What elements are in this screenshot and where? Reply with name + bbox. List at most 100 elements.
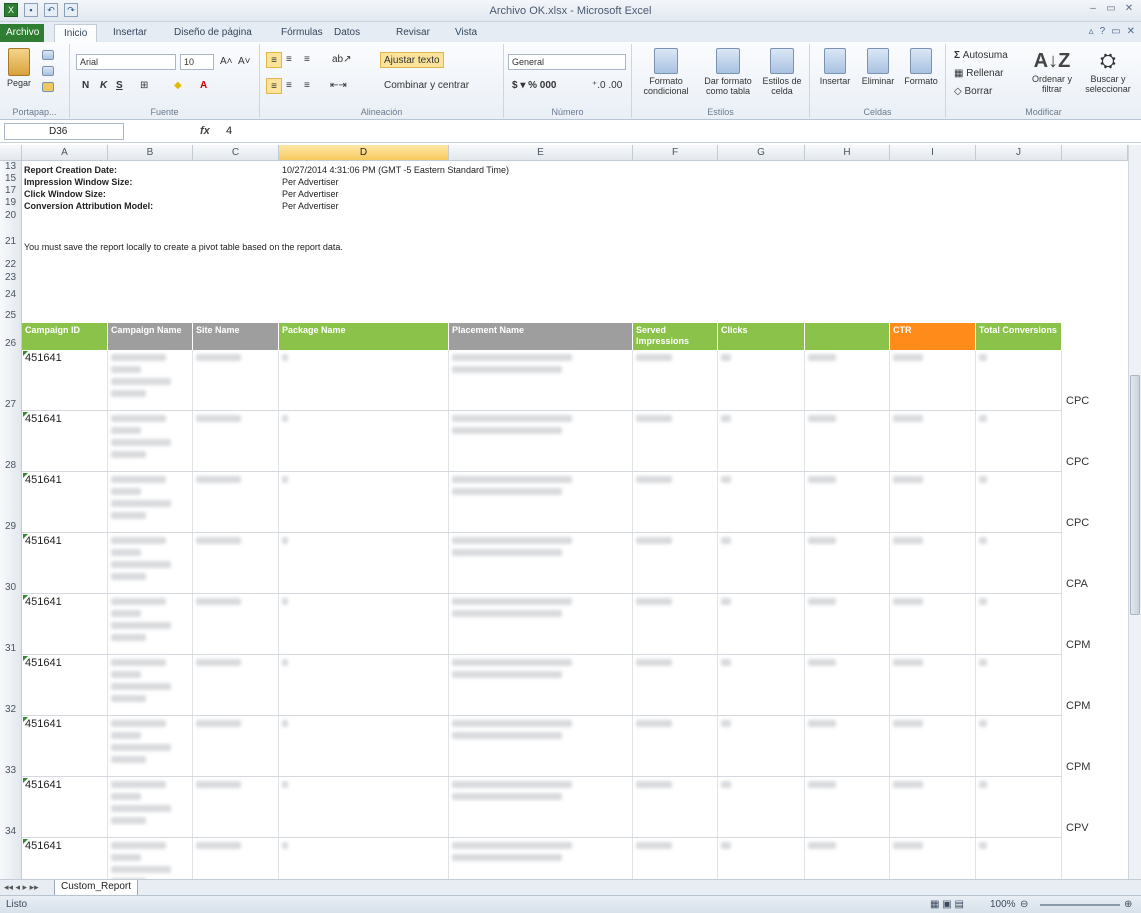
cell-styles-button[interactable]: Estilos de celda [758,48,806,96]
col-header-e[interactable]: E [449,145,633,161]
table-cell[interactable] [193,716,279,776]
table-cell[interactable] [890,411,976,471]
table-cell[interactable] [805,838,890,879]
align-top-icon[interactable]: ≡ [266,52,282,68]
table-cell[interactable] [976,411,1062,471]
table-cell[interactable] [193,411,279,471]
row-header-26[interactable]: 26 [0,323,22,350]
collapse-ribbon-icon[interactable]: ▵ [1089,26,1094,37]
table-cell[interactable] [108,716,193,776]
table-cell[interactable] [890,594,976,654]
conditional-format-button[interactable]: Formato condicional [636,48,696,96]
table-cell[interactable] [449,838,633,879]
fill-color-icon[interactable]: ◆ [174,78,182,94]
table-cell[interactable] [976,716,1062,776]
table-cell[interactable] [718,533,805,593]
shrink-font-icon[interactable]: A˅ [238,54,251,70]
col-header-i[interactable]: I [890,145,976,161]
header-campaign-name[interactable]: Campaign Name [108,323,193,350]
table-cell[interactable] [279,716,449,776]
table-cell[interactable]: 451641 [22,838,108,879]
fill-button[interactable]: ▦ Rellenar [954,66,1003,82]
select-all-corner[interactable] [0,145,22,161]
table-cell[interactable] [449,350,633,410]
col-header-g[interactable]: G [718,145,805,161]
orientation-icon[interactable]: ab↗ [332,52,352,68]
cut-icon[interactable] [42,50,54,60]
table-cell[interactable] [193,472,279,532]
row-header-22[interactable]: 22 [0,259,22,271]
table-cell[interactable] [718,411,805,471]
table-cell[interactable] [633,838,718,879]
format-table-button[interactable]: Dar formato como tabla [698,48,758,96]
italic-icon[interactable]: K [100,78,107,94]
row-header-34[interactable]: 34 [0,777,22,838]
row-header-33[interactable]: 33 [0,716,22,777]
table-cell[interactable] [193,350,279,410]
tab-archivo[interactable]: Archivo [0,24,44,42]
vertical-scrollbar[interactable] [1128,145,1141,879]
table-row[interactable]: 451641 [22,533,1062,594]
bold-icon[interactable]: N [82,78,89,94]
paste-button[interactable]: Pegar [4,48,34,88]
clear-button[interactable]: ◇ Borrar [954,84,992,100]
table-cell[interactable]: 451641 [22,594,108,654]
tab-vista[interactable]: Vista [446,24,486,42]
table-cell[interactable] [805,716,890,776]
col-header-k[interactable] [1062,145,1128,161]
table-row[interactable]: 451641 [22,411,1062,472]
table-cell[interactable] [279,777,449,837]
table-cell[interactable] [890,350,976,410]
table-row[interactable]: 451641 [22,838,1062,879]
zoom-out-icon[interactable]: ⊖ [1020,899,1028,910]
table-cell[interactable] [805,472,890,532]
table-cell[interactable] [976,533,1062,593]
table-row[interactable]: 451641 [22,655,1062,716]
format-painter-icon[interactable] [42,82,54,92]
align-middle-icon[interactable]: ≡ [286,52,292,68]
scroll-thumb[interactable] [1130,375,1140,615]
tab-formulas[interactable]: Fórmulas [272,24,332,42]
row-header-28[interactable]: 28 [0,411,22,472]
decimal-icon[interactable]: ⁺.0 .00 [592,78,622,94]
table-cell[interactable] [718,350,805,410]
col-header-j[interactable]: J [976,145,1062,161]
table-cell[interactable] [193,655,279,715]
table-cell[interactable] [633,777,718,837]
table-cell[interactable] [890,716,976,776]
tab-datos[interactable]: Datos [325,24,369,42]
align-bottom-icon[interactable]: ≡ [304,52,310,68]
zoom-slider[interactable] [1040,904,1120,906]
spreadsheet-grid[interactable]: A B C D E F G H I J 13 15 17 19 20 21 22… [0,145,1128,879]
table-row[interactable]: 451641 [22,777,1062,838]
table-row[interactable]: 451641 [22,350,1062,411]
table-cell[interactable] [108,350,193,410]
table-cell[interactable] [633,716,718,776]
row-header-21[interactable]: 21 [0,235,22,259]
sort-filter-button[interactable]: A↓Z Ordenar y filtrar [1030,48,1074,94]
delete-cells-button[interactable]: Eliminar [856,48,900,86]
table-cell[interactable] [279,472,449,532]
sheet-nav-icon[interactable]: ◂◂ ◂ ▸ ▸▸ [4,882,39,893]
row-header-23[interactable]: 23 [0,271,22,291]
insert-cells-button[interactable]: Insertar [814,48,856,86]
table-cell[interactable] [449,411,633,471]
tab-inicio[interactable]: Inicio [54,24,98,42]
align-center-icon[interactable]: ≡ [286,78,292,94]
formula-input[interactable]: 4 [226,125,232,137]
table-cell[interactable] [108,777,193,837]
table-cell[interactable]: 451641 [22,533,108,593]
close-workbook-icon[interactable]: ✕ [1127,26,1135,37]
header-clicks[interactable]: Clicks [718,323,805,350]
table-cell[interactable] [805,533,890,593]
table-cell[interactable] [108,411,193,471]
table-cell[interactable]: 451641 [22,472,108,532]
table-cell[interactable] [279,594,449,654]
table-cell[interactable] [449,533,633,593]
table-cell[interactable]: 451641 [22,411,108,471]
table-cell[interactable] [449,655,633,715]
table-cell[interactable] [805,655,890,715]
header-blank[interactable] [805,323,890,350]
table-cell[interactable] [279,411,449,471]
col-header-f[interactable]: F [633,145,718,161]
